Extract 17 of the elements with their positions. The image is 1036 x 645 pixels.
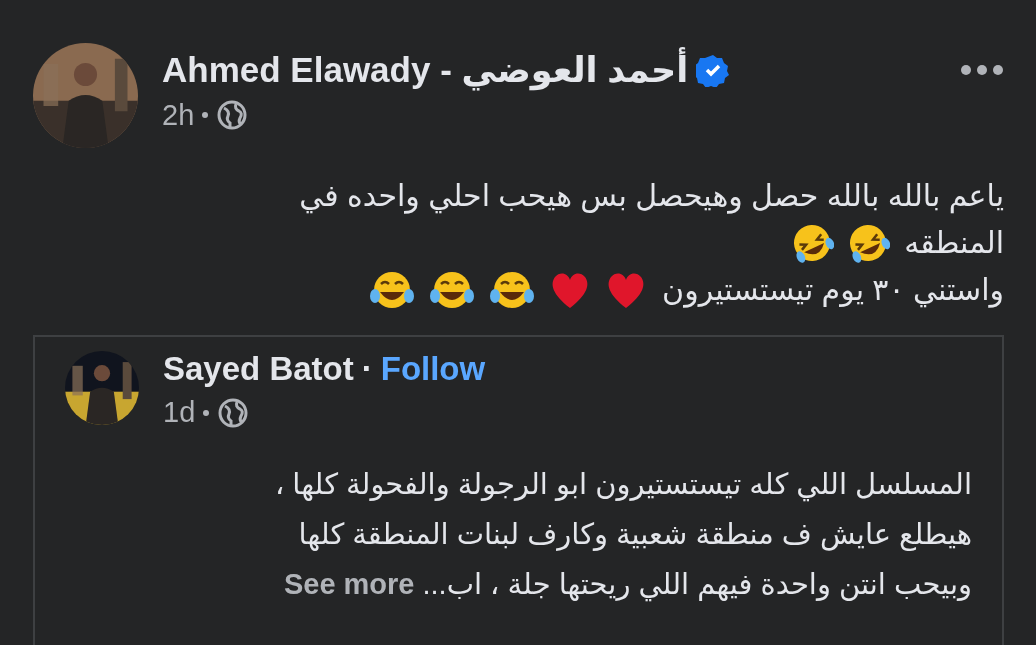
separator-dot [203, 410, 210, 417]
more-options-icon[interactable] [960, 64, 1004, 77]
post-time[interactable]: 1d [163, 391, 196, 435]
post-text: المنطقه [904, 225, 1004, 261]
author-name[interactable]: Sayed Batot [163, 351, 354, 388]
post-text: هيطلع عايش ف منطقة شعبية وكارف لبنات المنطقة كلها [298, 516, 972, 553]
globe-icon [216, 99, 249, 132]
post-text: المسلسل اللي كله تيستستيرون ابو الرجولة والفحولة كلها ، [274, 466, 972, 504]
globe-icon [217, 397, 250, 430]
post-text: وبيحب انتن واحدة فيهم اللي ريحتها جلة ، اب... [422, 566, 972, 604]
follow-link[interactable]: Follow [380, 351, 486, 388]
post-time[interactable]: 2h [162, 93, 195, 137]
see-more-link[interactable]: See more [283, 558, 415, 609]
separator-dot [202, 112, 209, 119]
separator-dot: · [361, 351, 373, 388]
post-text: ياعم بالله بالله حصل وهيحصل بس هيحب احلي واحده في [299, 178, 1004, 216]
post-text: واستني ٣٠ يوم تيستستيرون [662, 272, 1004, 310]
